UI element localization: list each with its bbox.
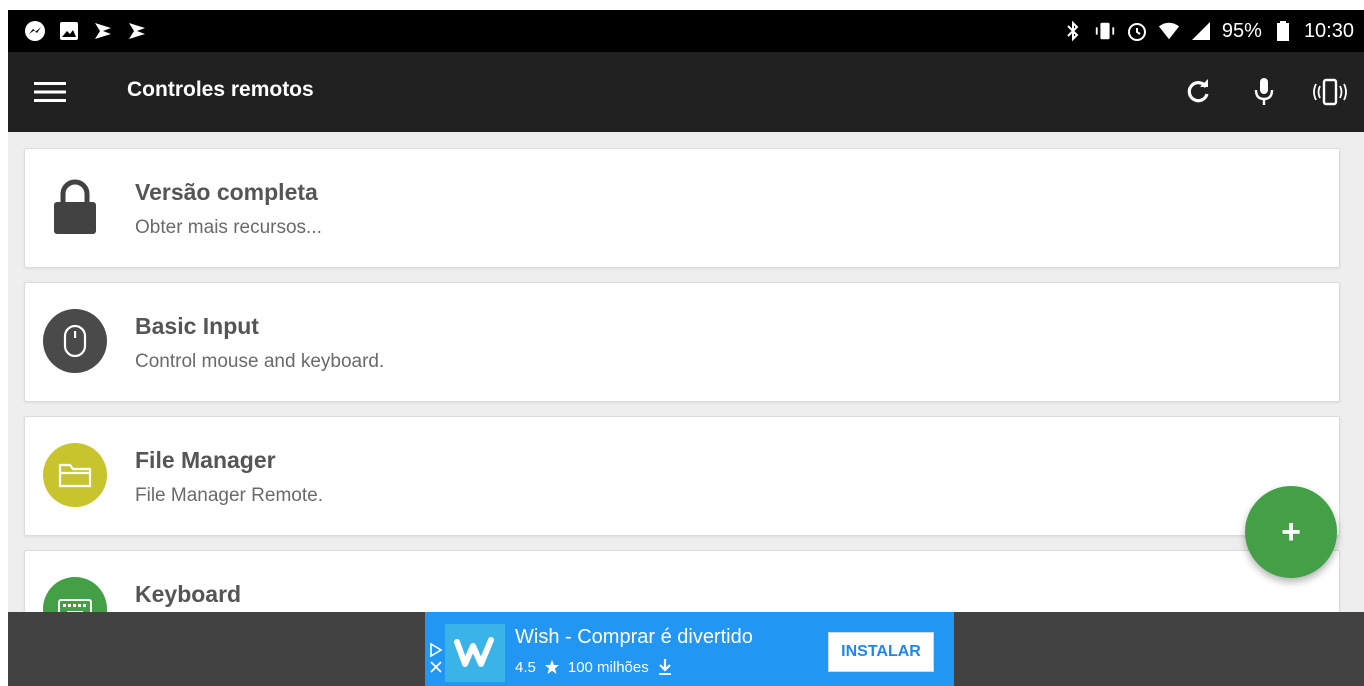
voice-button[interactable] <box>1242 70 1286 114</box>
vibrate-icon <box>1094 20 1116 42</box>
ad-rating: 4.5 <box>515 658 536 676</box>
ad-bar: Wish - Comprar é divertido 4.5 100 milhõ… <box>8 612 1364 686</box>
clock: 10:30 <box>1303 19 1354 42</box>
app-frame: 95% 10:30 Controles remotos Versão compl… <box>8 10 1364 686</box>
phone-vibrate-icon <box>1313 78 1347 106</box>
list-item-basic-input[interactable]: Basic Input Control mouse and keyboard. <box>24 282 1340 402</box>
list-item-title: Basic Input <box>135 313 259 339</box>
list-item-title: Versão completa <box>135 179 318 205</box>
refresh-icon <box>1187 79 1209 103</box>
status-bar-left <box>24 10 148 52</box>
ad-title: Wish - Comprar é divertido <box>515 626 753 648</box>
folder-icon <box>43 443 107 507</box>
bluetooth-icon <box>1062 20 1084 42</box>
menu-button[interactable] <box>30 72 70 112</box>
list-item-subtitle: Obter mais recursos... <box>135 217 322 238</box>
list-item-subtitle: File Manager Remote. <box>135 485 323 506</box>
list-item-title: Keyboard <box>135 581 242 607</box>
plus-icon: + <box>1281 513 1301 551</box>
messenger-icon <box>24 20 46 42</box>
app-bar: Controles remotos <box>8 52 1364 132</box>
alarm-icon <box>1126 20 1148 42</box>
app-bar-actions <box>1176 70 1352 114</box>
remote-list: Versão completa Obter mais recursos... B… <box>8 132 1364 612</box>
battery-percent: 95% <box>1221 19 1262 42</box>
list-item-file-manager[interactable]: File Manager File Manager Remote. <box>24 416 1340 536</box>
star-icon <box>544 660 559 674</box>
ad-choices[interactable] <box>427 642 445 684</box>
install-button[interactable]: INSTALAR <box>828 632 934 672</box>
ad-choices-icon <box>430 642 443 658</box>
page-title: Controles remotos <box>127 78 314 101</box>
add-remote-button[interactable]: + <box>1245 486 1337 578</box>
device-button[interactable] <box>1308 70 1352 114</box>
wish-logo-icon[interactable] <box>445 624 505 682</box>
list-item-subtitle: Control mouse and keyboard. <box>135 351 385 372</box>
list-item-keyboard[interactable]: Keyboard <box>24 550 1340 612</box>
microphone-icon <box>1254 78 1274 105</box>
wifi-icon <box>1158 20 1180 42</box>
mouse-icon <box>43 309 107 373</box>
list-item-title: File Manager <box>135 447 276 473</box>
battery-icon <box>1272 20 1294 42</box>
status-bar-right: 95% 10:30 <box>1062 10 1354 52</box>
lock-icon <box>43 175 107 239</box>
ad-meta: 4.5 100 milhões <box>515 658 673 676</box>
refresh-button[interactable] <box>1176 70 1220 114</box>
snooze-icon <box>126 20 148 42</box>
close-icon <box>430 661 442 673</box>
ad-installs: 100 milhões <box>567 658 649 676</box>
cell-signal-icon <box>1190 20 1212 42</box>
download-icon <box>658 659 671 675</box>
list-item-full-version[interactable]: Versão completa Obter mais recursos... <box>24 148 1340 268</box>
hamburger-icon <box>34 82 66 102</box>
ad-banner[interactable]: Wish - Comprar é divertido 4.5 100 milhõ… <box>425 612 954 686</box>
status-bar: 95% 10:30 <box>8 10 1364 52</box>
snooze-icon <box>92 20 114 42</box>
keyboard-icon <box>43 577 107 612</box>
gallery-icon <box>58 20 80 42</box>
